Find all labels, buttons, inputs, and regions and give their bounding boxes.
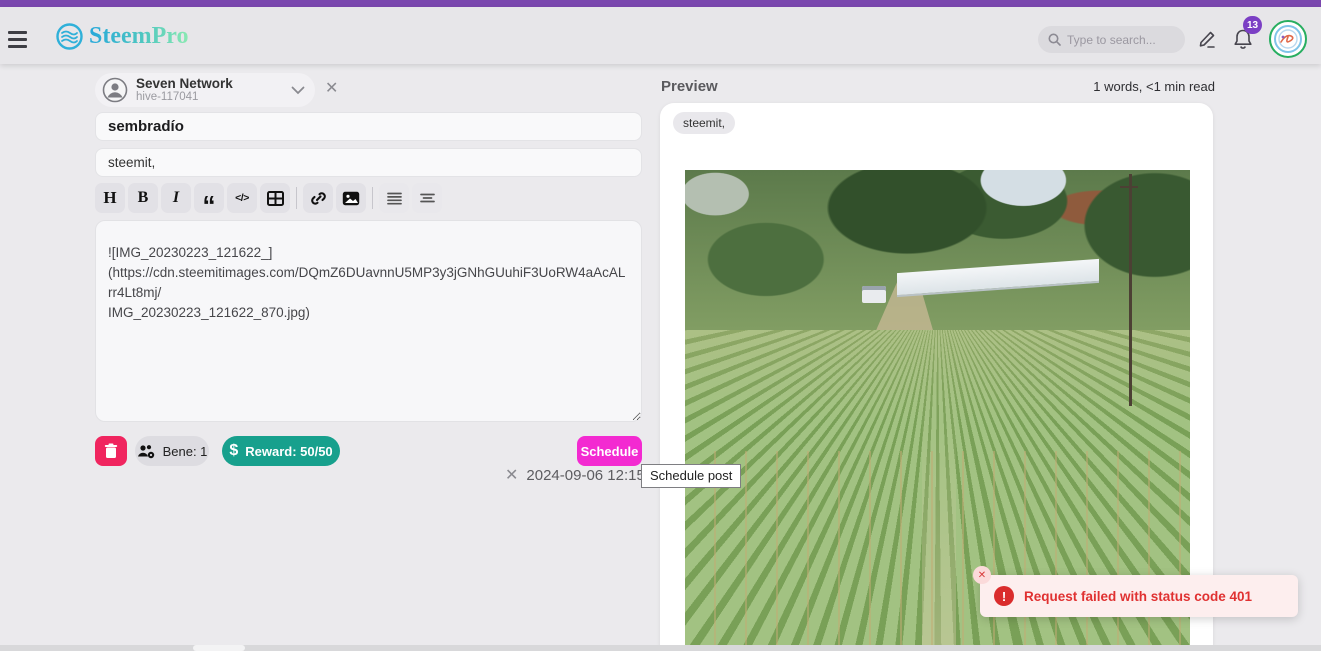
schedule-button[interactable]: Schedule xyxy=(577,436,642,466)
community-name: Seven Network xyxy=(136,75,233,91)
link-button[interactable] xyxy=(303,183,333,213)
heading-icon: H xyxy=(103,188,117,207)
beneficiaries-label: Bene: 1 xyxy=(162,443,208,459)
delete-draft-button[interactable] xyxy=(95,436,127,466)
heading-button[interactable]: H xyxy=(95,183,125,213)
community-avatar-icon xyxy=(102,77,128,103)
error-icon: ! xyxy=(994,586,1014,606)
toast-close-icon[interactable]: ✕ xyxy=(973,566,991,584)
formatting-toolbar: H B I “ </> xyxy=(95,183,442,218)
horizontal-scrollbar-thumb[interactable] xyxy=(193,645,245,651)
preview-heading: Preview xyxy=(661,78,718,95)
align-justify-button[interactable] xyxy=(379,183,409,213)
app-header: SteemPro 13 xyxy=(0,7,1321,64)
logo-text: SteemPro xyxy=(89,23,189,49)
photo-truck xyxy=(861,286,886,303)
error-toast: ! Request failed with status code 401 xyxy=(980,575,1298,617)
trash-icon xyxy=(104,443,118,459)
preview-tag-chip: steemit, xyxy=(673,112,736,134)
schedule-tooltip: Schedule post xyxy=(641,464,742,488)
schedule-datetime-value[interactable]: 2024-09-06 12:15:1 xyxy=(526,467,657,484)
schedule-datetime-row: ✕ 2024-09-06 12:15:1 xyxy=(505,467,657,484)
dollar-icon: $ xyxy=(229,442,239,459)
link-icon xyxy=(310,190,327,207)
bold-button[interactable]: B xyxy=(128,183,158,213)
italic-button[interactable]: I xyxy=(161,183,191,213)
align-center-button[interactable] xyxy=(412,183,442,213)
clear-schedule-icon[interactable]: ✕ xyxy=(505,467,518,484)
steempro-logo[interactable]: SteemPro xyxy=(56,23,189,50)
beneficiaries-icon xyxy=(137,444,156,459)
toolbar-divider xyxy=(296,187,297,209)
notification-count-badge: 13 xyxy=(1243,16,1263,34)
code-icon: </> xyxy=(235,192,249,204)
photo-pole-crossbar xyxy=(1120,186,1139,188)
bold-icon: B xyxy=(137,189,149,206)
post-body-textarea[interactable]: ![IMG_20230223_121622_] (https://cdn.ste… xyxy=(95,220,642,422)
app-window: SteemPro 13 xyxy=(0,0,1321,651)
image-icon xyxy=(342,191,360,206)
error-message: Request failed with status code 401 xyxy=(1024,588,1253,604)
community-texts: Seven Network hive-117041 xyxy=(136,75,291,104)
code-button[interactable]: </> xyxy=(227,183,257,213)
photo-pole xyxy=(1129,174,1133,406)
steempro-logo-icon xyxy=(56,23,83,50)
reward-button[interactable]: $ Reward: 50/50 xyxy=(222,436,340,466)
community-id: hive-117041 xyxy=(136,91,199,104)
accent-strip xyxy=(0,0,1321,7)
post-tags-input[interactable] xyxy=(95,148,642,177)
table-icon xyxy=(266,190,284,206)
image-button[interactable] xyxy=(336,183,366,213)
toolbar-divider xyxy=(372,187,373,209)
photo-trees xyxy=(685,170,1190,342)
blockquote-button[interactable]: “ xyxy=(194,183,224,218)
search-input[interactable] xyxy=(1067,32,1177,47)
align-justify-icon xyxy=(386,192,402,205)
italic-icon: I xyxy=(172,189,180,206)
compose-pencil-icon[interactable] xyxy=(1197,29,1217,49)
word-count-meta: 1 words, <1 min read xyxy=(1093,79,1215,94)
chevron-down-icon xyxy=(291,86,305,95)
community-selector[interactable]: Seven Network hive-117041 xyxy=(95,73,315,107)
preview-card: steemit, xyxy=(660,103,1213,651)
schedule-label: Schedule xyxy=(580,443,639,459)
photo-stakes xyxy=(685,450,1190,651)
beneficiaries-button[interactable]: Bene: 1 xyxy=(135,436,209,466)
search-box[interactable] xyxy=(1038,26,1185,53)
search-icon xyxy=(1048,33,1061,46)
table-button[interactable] xyxy=(260,183,290,213)
horizontal-scrollbar-track[interactable] xyxy=(0,645,1321,651)
post-title-input[interactable] xyxy=(95,112,642,141)
user-avatar[interactable] xyxy=(1269,20,1307,58)
align-center-icon xyxy=(419,192,435,205)
hamburger-menu-icon[interactable] xyxy=(8,28,34,50)
close-community-icon[interactable]: ✕ xyxy=(325,81,338,97)
reward-label: Reward: 50/50 xyxy=(245,443,333,459)
